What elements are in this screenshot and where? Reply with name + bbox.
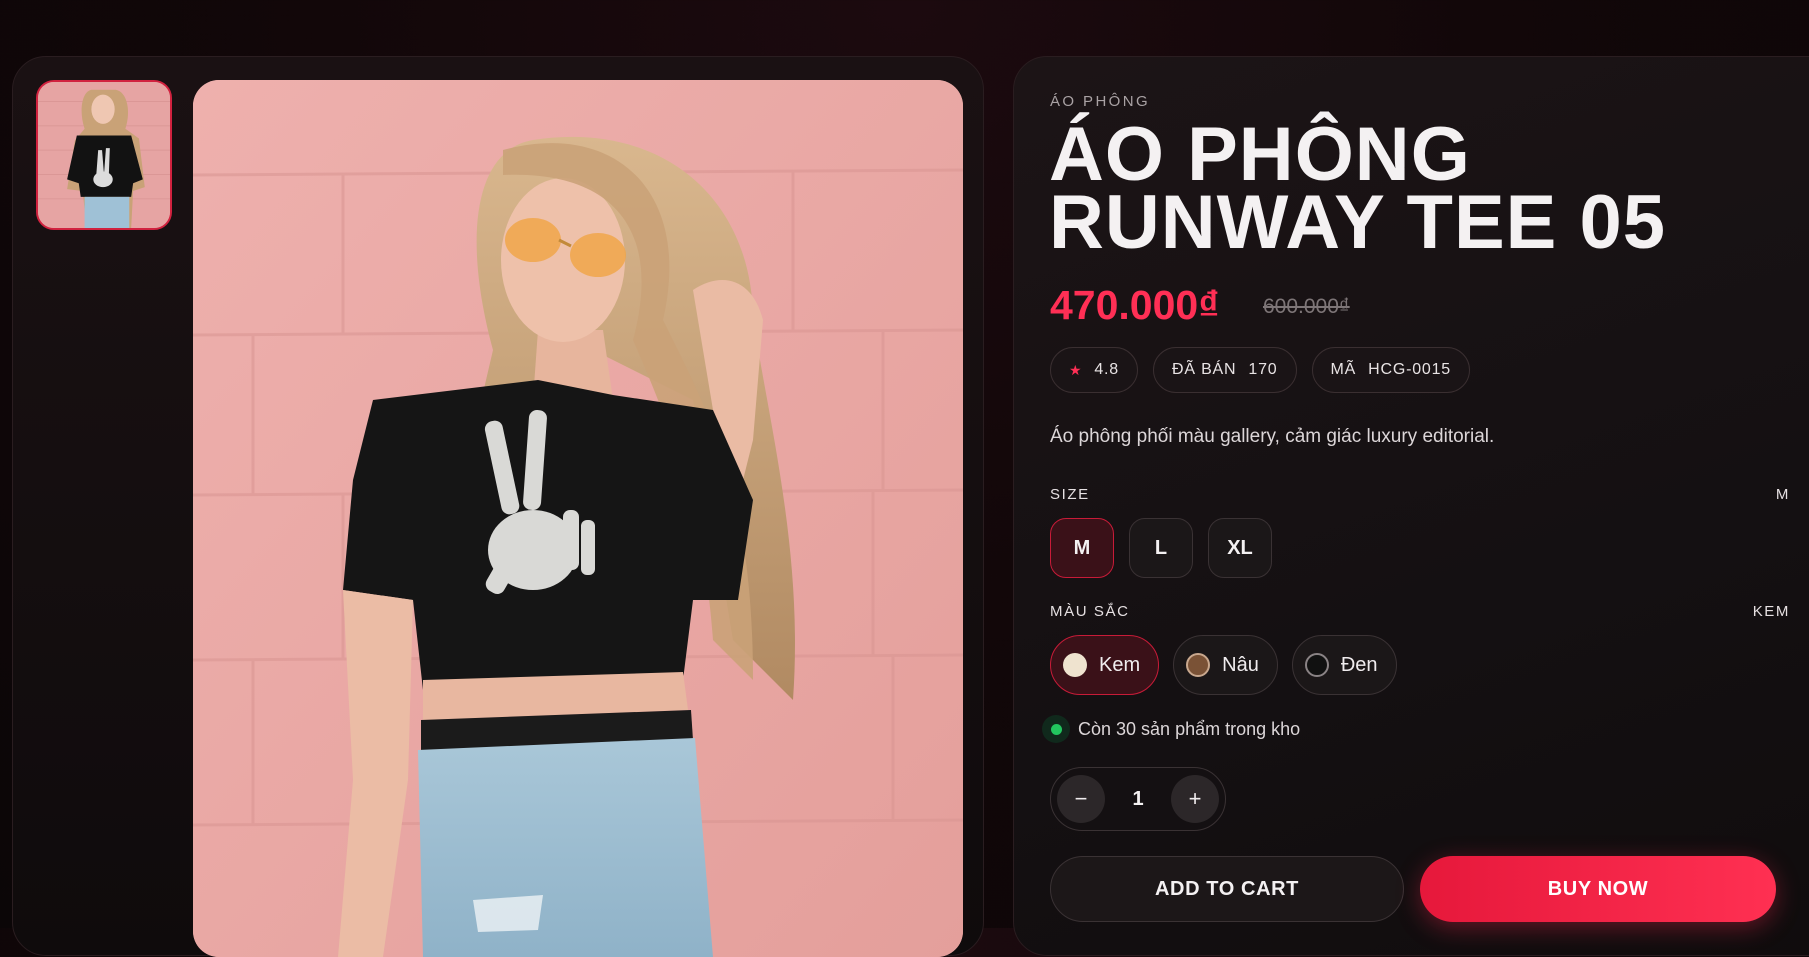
color-option-label: Đen	[1340, 653, 1378, 676]
product-price: 470.000₫	[1050, 282, 1220, 328]
rating-chip: ★ 4.8	[1050, 347, 1139, 393]
color-option-label: Kem	[1099, 653, 1141, 676]
buy-now-button[interactable]: BUY NOW	[1420, 856, 1776, 922]
color-swatch-den	[1304, 653, 1329, 677]
product-category: ÁO PHÔNG	[1050, 93, 1151, 110]
decrease-quantity-button[interactable]: −	[1057, 775, 1105, 823]
size-option-xl[interactable]: XL	[1208, 518, 1272, 578]
color-swatch-kem	[1063, 653, 1087, 677]
sku-value: HCG-0015	[1368, 361, 1451, 378]
quantity-value[interactable]: 1	[1132, 788, 1143, 811]
stock-text: Còn 30 sản phẩm trong kho	[1078, 718, 1301, 739]
color-option-den[interactable]: Đen	[1291, 635, 1397, 695]
stock-status: Còn 30 sản phẩm trong kho	[1042, 715, 1300, 743]
size-option-m[interactable]: M	[1050, 518, 1114, 578]
product-info-panel: ÁO PHÔNG ÁO PHÔNG RUNWAY TEE 05 470.000₫…	[1013, 56, 1809, 956]
original-price: 600.000₫	[1263, 295, 1350, 318]
sold-label: ĐÃ BÁN	[1172, 361, 1237, 378]
star-icon: ★	[1069, 361, 1083, 378]
size-label-row: SIZE M	[1050, 486, 1790, 503]
color-option-kem[interactable]: Kem	[1050, 635, 1160, 695]
size-options: M L XL	[1050, 518, 1272, 578]
quantity-stepper: − 1 +	[1050, 767, 1226, 831]
sold-count-chip: ĐÃ BÁN 170	[1153, 347, 1297, 393]
color-label: MÀU SẮC	[1050, 603, 1130, 620]
product-description: Áo phông phối màu gallery, cảm giác luxu…	[1050, 426, 1495, 447]
color-option-label: Nâu	[1222, 653, 1259, 676]
increase-quantity-button[interactable]: +	[1171, 775, 1219, 823]
size-option-l[interactable]: L	[1129, 518, 1193, 578]
product-title-line-2: RUNWAY TEE 05	[1049, 180, 1666, 265]
color-swatch-nau	[1186, 653, 1211, 677]
product-title-line-1: ÁO PHÔNG	[1049, 112, 1471, 197]
thumbnail-image[interactable]	[36, 80, 172, 230]
product-meta-chips: ★ 4.8 ĐÃ BÁN 170 MÃ HCG-0015	[1050, 347, 1470, 393]
sold-count: 170	[1248, 361, 1278, 378]
in-stock-dot-icon	[1042, 715, 1070, 743]
color-label-row: MÀU SẮC KEM	[1050, 603, 1790, 620]
color-options: Kem Nâu Đen	[1050, 635, 1397, 695]
selected-size: M	[1775, 486, 1790, 503]
gallery-panel	[12, 56, 984, 957]
color-option-nau[interactable]: Nâu	[1173, 635, 1278, 695]
selected-color: KEM	[1752, 603, 1790, 620]
add-to-cart-button[interactable]: ADD TO CART	[1050, 856, 1404, 922]
rating-value: 4.8	[1094, 361, 1120, 378]
main-product-image	[193, 80, 963, 957]
sku-chip: MÃ HCG-0015	[1311, 347, 1470, 393]
sku-label: MÃ	[1330, 361, 1357, 378]
product-title: ÁO PHÔNG RUNWAY TEE 05	[1049, 112, 1809, 265]
size-label: SIZE	[1050, 486, 1090, 503]
